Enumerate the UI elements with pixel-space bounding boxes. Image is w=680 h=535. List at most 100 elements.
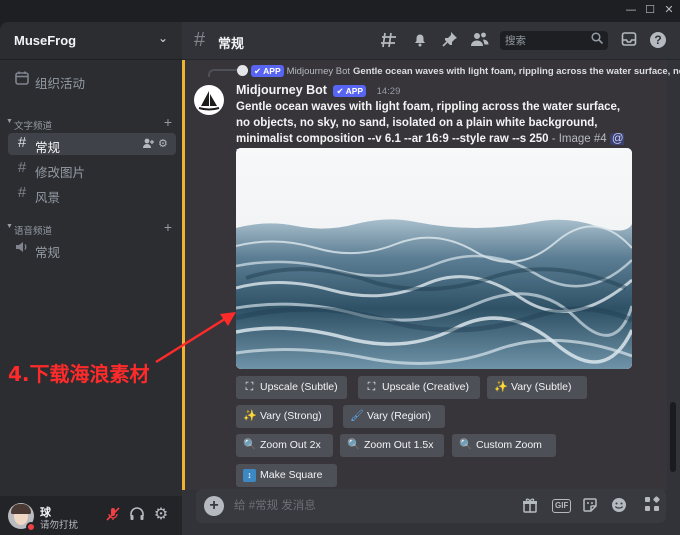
app-badge-text: APP	[345, 86, 364, 96]
zoom-out-1-5x-button[interactable]: 🔍 Zoom Out 1.5x	[340, 434, 444, 457]
channel-sidebar: MuseFrog ⌄ 组织活动 ▼ 文字频道 + # 常规 ⚙ # 修改图片 #…	[0, 22, 182, 535]
button-label: Upscale (Subtle)	[260, 381, 338, 393]
button-label: Custom Zoom	[476, 439, 542, 451]
emoji-icon[interactable]	[610, 497, 628, 515]
magnifier-icon: 🔍	[459, 439, 473, 451]
search-box[interactable]	[500, 31, 608, 50]
button-label: Vary (Region)	[367, 410, 431, 422]
hash-icon: #	[194, 29, 206, 51]
mention-highlight-bar	[182, 60, 185, 490]
text-channels-category[interactable]: ▼ 文字频道 +	[4, 114, 178, 132]
gift-icon[interactable]	[521, 497, 539, 515]
hash-icon: #	[17, 159, 27, 176]
button-label: Upscale (Creative)	[382, 381, 469, 393]
minimize-button[interactable]: —	[624, 3, 638, 17]
hash-icon: #	[17, 184, 27, 201]
server-header[interactable]: MuseFrog ⌄	[0, 22, 182, 60]
reply-author: Midjourney Bot	[286, 66, 351, 77]
add-channel-icon[interactable]: +	[164, 219, 172, 235]
events-item[interactable]: 组织活动	[8, 69, 176, 91]
scrollbar[interactable]	[670, 402, 676, 472]
message-author[interactable]: Midjourney Bot	[236, 83, 327, 97]
app-badge: ✔ APP	[251, 65, 284, 77]
members-icon[interactable]	[470, 31, 490, 51]
discord-window: — ☐ ✕ MuseFrog ⌄ 组织活动 ▼ 文字频道 + # 常规 ⚙ # …	[0, 0, 680, 535]
category-label: 语音频道	[14, 226, 53, 237]
chevron-down-icon: ▼	[6, 118, 13, 125]
button-label: Vary (Strong)	[260, 410, 322, 422]
message-feed: ✔ APP Midjourney Bot Gentle ocean waves wi…	[182, 60, 680, 490]
brush-icon: 🖌	[350, 410, 364, 422]
mic-muted-icon[interactable]	[104, 506, 122, 524]
events-label: 组织活动	[35, 77, 86, 91]
upscale-subtle-button[interactable]: ⛶ Upscale (Subtle)	[236, 376, 347, 399]
magnifier-icon: 🔍	[243, 439, 257, 451]
server-name: MuseFrog	[14, 33, 77, 48]
speaker-icon	[14, 240, 30, 256]
vary-subtle-button[interactable]: ✨ Vary (Subtle)	[487, 376, 587, 399]
channel-label: 风景	[35, 191, 61, 205]
button-label: Make Square	[260, 469, 323, 481]
ocean-waves-image	[236, 148, 632, 369]
app-badge-text: APP	[263, 66, 281, 76]
sidebar-item-scenery[interactable]: # 风景	[8, 183, 176, 206]
image-index: - Image #4	[548, 133, 610, 145]
channel-label: 修改图片	[35, 166, 86, 180]
sticker-icon[interactable]	[581, 497, 599, 515]
voice-channels-category[interactable]: ▼ 语音频道 +	[4, 219, 178, 237]
generated-image[interactable]	[236, 148, 632, 369]
upscale-creative-button[interactable]: ⛶ Upscale (Creative)	[358, 376, 480, 399]
arrows-vertical-icon: ↕	[243, 469, 256, 482]
make-square-button[interactable]: ↕ Make Square	[236, 464, 337, 487]
zoom-out-2x-button[interactable]: 🔍 Zoom Out 2x	[236, 434, 333, 457]
app-badge: ✔ APP	[333, 85, 367, 97]
title-bar: — ☐ ✕	[0, 0, 680, 22]
custom-zoom-button[interactable]: 🔍 Custom Zoom	[452, 434, 556, 457]
add-attachment-icon[interactable]: +	[204, 496, 224, 516]
maximize-button[interactable]: ☐	[643, 3, 657, 17]
reply-preview[interactable]: ✔ APP Midjourney Bot Gentle ocean waves wi…	[237, 65, 680, 79]
sidebar-item-general[interactable]: # 常规 ⚙	[8, 133, 176, 155]
chevron-down-icon: ▼	[6, 223, 13, 230]
bot-avatar[interactable]	[194, 85, 224, 115]
gear-icon[interactable]: ⚙	[152, 506, 170, 524]
add-channel-icon[interactable]: +	[164, 114, 172, 130]
svg-text:?: ?	[654, 33, 661, 47]
search-input[interactable]	[505, 33, 585, 48]
sidebar-item-edit-images[interactable]: # 修改图片	[8, 158, 176, 181]
sailboat-icon	[198, 91, 220, 111]
headphones-icon[interactable]	[128, 506, 146, 524]
category-label: 文字频道	[14, 121, 53, 132]
channel-label: 常规	[35, 246, 61, 260]
help-icon[interactable]: ?	[648, 31, 668, 51]
close-button[interactable]: ✕	[662, 3, 676, 17]
channel-label: 常规	[35, 141, 61, 155]
message-composer: + GIF	[196, 489, 666, 523]
button-label: Zoom Out 1.5x	[364, 439, 434, 451]
button-label: Vary (Subtle)	[511, 381, 572, 393]
pin-icon[interactable]	[440, 31, 460, 51]
apps-icon[interactable]	[643, 496, 661, 514]
gear-icon[interactable]: ⚙	[158, 137, 168, 150]
message-header: Midjourney Bot ✔ APP 14:29	[236, 83, 400, 97]
inbox-icon[interactable]	[619, 31, 639, 51]
calendar-icon	[14, 71, 30, 87]
threads-icon[interactable]	[379, 31, 399, 51]
vary-region-button[interactable]: 🖌 Vary (Region)	[343, 405, 445, 428]
bell-icon[interactable]	[410, 31, 430, 51]
sidebar-item-voice-general[interactable]: 常规	[8, 238, 176, 260]
button-label: Zoom Out 2x	[260, 439, 321, 451]
channel-header: # 常规 ?	[182, 22, 680, 60]
chevron-down-icon[interactable]: ⌄	[158, 31, 168, 45]
message-timestamp: 14:29	[376, 86, 401, 97]
channel-title: 常规	[218, 36, 245, 51]
annotation-arrow	[155, 312, 236, 364]
message-input[interactable]	[234, 498, 484, 514]
invite-icon[interactable]	[142, 137, 154, 152]
reply-avatar	[237, 65, 248, 76]
expand-icon: ⛶	[245, 381, 254, 393]
vary-strong-button[interactable]: ✨ Vary (Strong)	[236, 405, 333, 428]
search-icon	[591, 32, 604, 47]
reply-text: Gentle ocean waves with light foam, ripp…	[353, 66, 680, 77]
gif-button[interactable]: GIF	[552, 499, 572, 513]
